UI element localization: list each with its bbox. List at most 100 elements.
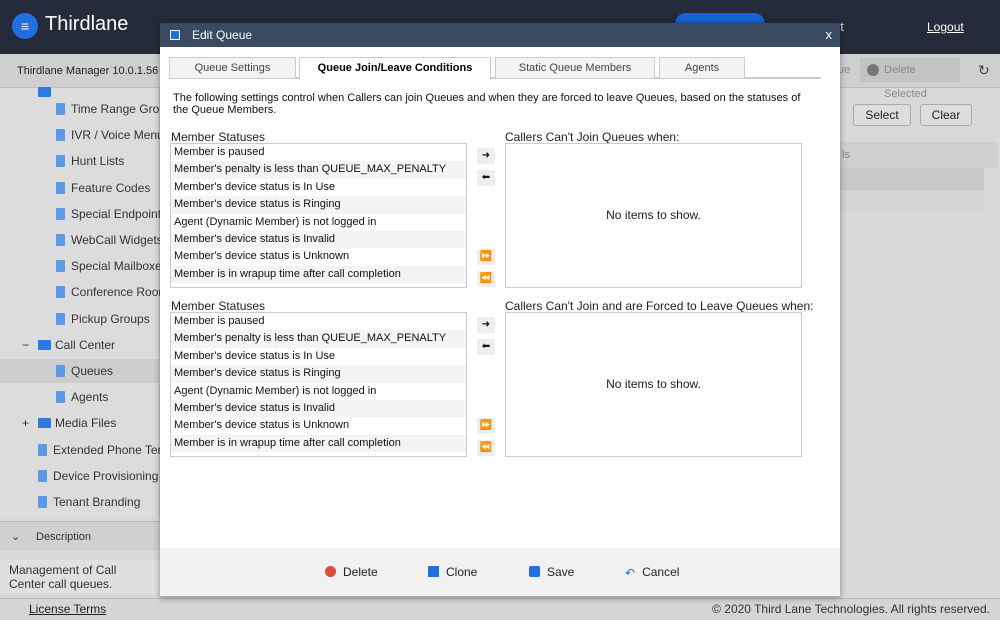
description-text: Management of Call Center call queues. xyxy=(0,560,160,594)
sidebar-item-label: WebCall Widgets xyxy=(71,233,160,247)
list-item[interactable]: Agent (Dynamic Member) is not logged in xyxy=(171,383,466,400)
sidebar-item-label: Call Center xyxy=(55,337,116,352)
grid-row[interactable] xyxy=(840,190,984,212)
source-list-label: Member Statuses xyxy=(171,299,266,313)
copyright: © 2020 Third Lane Technologies. All righ… xyxy=(712,602,990,616)
intro-text: The following settings control when Call… xyxy=(173,92,801,116)
list-item[interactable]: Member's device status is Invalid xyxy=(171,230,466,249)
select-button[interactable]: Select xyxy=(853,104,911,126)
sidebar-item[interactable]: + Media Files xyxy=(22,411,160,435)
target-list[interactable]: No items to show. xyxy=(505,143,802,288)
list-item[interactable]: Member's device status is Ringing xyxy=(171,365,466,383)
list-item[interactable]: Member's penalty is less than QUEUE_MAX_… xyxy=(171,161,466,179)
move-right-button[interactable]: ➜ xyxy=(477,148,495,164)
target-list-label: Callers Can't Join Queues when: xyxy=(505,130,680,144)
member-statuses-list: Member is paused Member's penalty is less… xyxy=(170,143,467,288)
description-header[interactable]: ⌄ Description xyxy=(0,521,160,551)
dialog-footer: Delete Clone Save ↶ Cancel xyxy=(160,548,840,598)
sidebar-item-label: Device Provisioning xyxy=(53,468,159,483)
list-item[interactable]: Member is in wrapup time after call comp… xyxy=(171,265,466,284)
sidebar-tree: Time Range Groups IVR / Voice Menus Hunt L… xyxy=(0,87,160,518)
sidebar-item-label: IVR / Voice Menus xyxy=(71,128,160,143)
save-button[interactable]: Save xyxy=(529,565,574,579)
sidebar-item-label: Special Endpoints xyxy=(71,206,160,221)
clear-button[interactable]: Clear xyxy=(920,104,972,126)
list-item[interactable]: Member's device status is Unknown xyxy=(171,248,466,265)
delete-selected-button[interactable]: Delete Selected xyxy=(860,58,960,100)
list-item[interactable]: Member's device status is In Use xyxy=(171,348,466,365)
sidebar-item-label: Queues xyxy=(71,364,114,378)
move-left-button[interactable]: ⬅ xyxy=(477,170,495,186)
move-all-left-button[interactable]: ⏪ xyxy=(477,440,495,456)
logout-link[interactable]: Logout xyxy=(927,20,964,34)
sidebar-item[interactable]: Pickup Groups xyxy=(56,307,160,331)
tab-join-leave-conditions[interactable]: Queue Join/Leave Conditions xyxy=(299,57,491,80)
move-all-right-button[interactable]: ⏩ xyxy=(477,249,495,265)
sidebar-item[interactable]: Extended Phone Templates xyxy=(38,438,160,462)
move-right-button[interactable]: ➜ xyxy=(477,317,495,333)
move-left-button[interactable]: ⬅ xyxy=(477,339,495,355)
empty-message: No items to show. xyxy=(606,377,701,391)
sidebar-item[interactable]: Hunt Lists xyxy=(56,149,160,173)
target-list[interactable]: No items to show. xyxy=(505,312,802,457)
list-item[interactable]: Member's device status is In Use xyxy=(171,179,466,196)
sidebar-item-label: Special Mailboxes xyxy=(71,259,160,274)
folder-icon xyxy=(38,418,51,429)
document-icon xyxy=(56,181,65,194)
sidebar-item[interactable]: IVR / Voice Menus xyxy=(56,123,160,147)
move-all-right-button[interactable]: ⏩ xyxy=(477,418,495,434)
sidebar-item[interactable]: Special Mailboxes xyxy=(56,254,160,278)
footer: License Terms © 2020 Third Lane Technolo… xyxy=(0,598,1000,620)
move-all-left-button[interactable]: ⏪ xyxy=(477,271,495,287)
sidebar-item[interactable]: Feature Codes xyxy=(56,176,160,200)
save-label: Save xyxy=(547,565,575,579)
sidebar-item[interactable]: Agents xyxy=(56,385,160,409)
list-item[interactable]: Member's device status is Invalid xyxy=(171,399,466,418)
list-item[interactable]: Member's device status is Unknown xyxy=(171,417,466,434)
clone-button[interactable]: Clone xyxy=(428,565,477,579)
refresh-icon[interactable]: ↻ xyxy=(978,62,990,79)
list-item[interactable]: Member is in wrapup time after call comp… xyxy=(171,434,466,453)
queue-icon xyxy=(170,30,180,40)
tab-agents[interactable]: Agents xyxy=(659,57,745,78)
sidebar-item[interactable]: Device Provisioning xyxy=(38,464,160,488)
sidebar-item-label: Agents xyxy=(71,390,109,405)
list-item[interactable]: Agent (Dynamic Member) is not logged in xyxy=(171,214,466,231)
member-statuses-list: Member is paused Member's penalty is less… xyxy=(170,312,467,457)
list-item[interactable]: Member is paused xyxy=(171,313,466,330)
logo-icon: ≡ xyxy=(12,13,38,39)
close-icon[interactable]: x xyxy=(826,23,833,47)
document-icon xyxy=(56,129,65,142)
list-item[interactable]: Member's penalty is less than QUEUE_MAX_… xyxy=(171,330,466,348)
sidebar-item[interactable]: Conference Rooms xyxy=(56,280,160,304)
tab-static-queue-members[interactable]: Static Queue Members xyxy=(495,57,655,78)
edit-queue-dialog: Edit Queue x Queue Settings Queue Join/L… xyxy=(160,23,840,598)
license-terms-link[interactable]: License Terms xyxy=(29,602,106,616)
sidebar-item-label: Feature Codes xyxy=(71,180,151,195)
grid-row[interactable] xyxy=(840,168,984,190)
document-icon xyxy=(56,391,65,404)
sidebar-item[interactable]: − Call Center xyxy=(22,333,160,357)
delete-icon xyxy=(325,566,336,577)
document-icon xyxy=(56,207,65,220)
sidebar-item[interactable]: Queues xyxy=(0,359,160,383)
chevron-down-icon: ⌄ xyxy=(11,531,21,543)
delete-button[interactable]: Delete xyxy=(325,565,378,579)
sidebar-item[interactable]: Special Endpoints xyxy=(56,202,160,226)
cancel-button[interactable]: ↶ Cancel xyxy=(625,565,679,580)
sidebar-item-label: Extended Phone Templates xyxy=(53,442,160,457)
list-item[interactable]: Member is paused xyxy=(171,144,466,161)
tab-queue-settings[interactable]: Queue Settings xyxy=(169,57,296,78)
folder-icon xyxy=(38,339,51,350)
sidebar-item[interactable]: Tenant Branding xyxy=(38,490,160,514)
sidebar-item-label: Hunt Lists xyxy=(71,154,125,169)
delete-label: Delete xyxy=(343,565,378,579)
list-item[interactable]: Member's device status is Ringing xyxy=(171,196,466,214)
sidebar-item[interactable]: WebCall Widgets xyxy=(56,228,160,252)
collapse-icon[interactable]: − xyxy=(22,333,29,357)
document-icon xyxy=(38,443,47,456)
dialog-title: Edit Queue xyxy=(192,28,253,42)
sidebar-item[interactable]: Time Range Groups xyxy=(56,97,160,121)
expand-icon[interactable]: + xyxy=(22,411,29,435)
sidebar-item-label: Tenant Branding xyxy=(53,495,141,509)
